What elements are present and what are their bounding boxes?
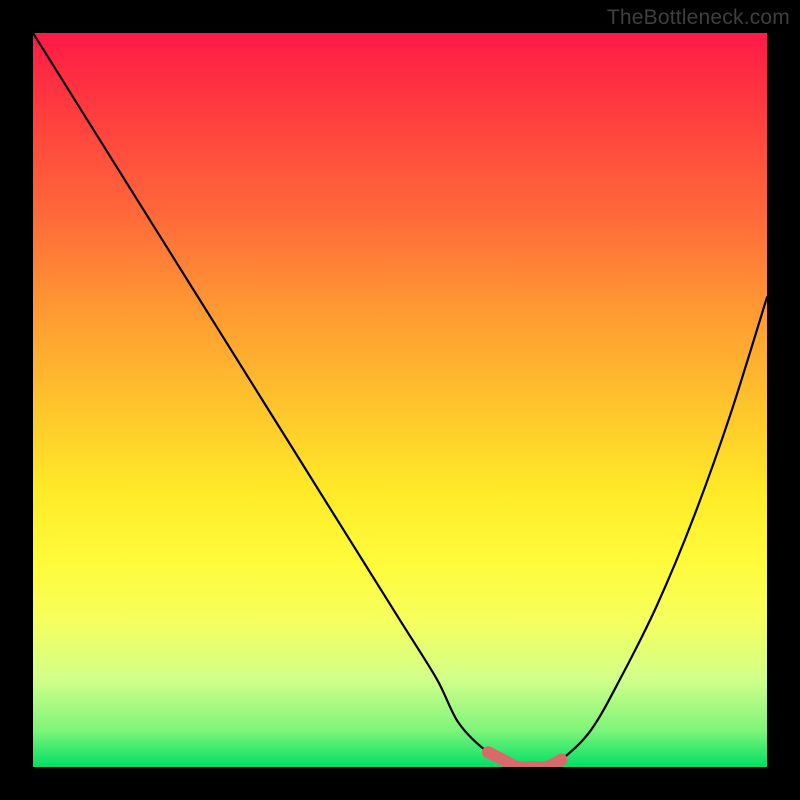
bottleneck-curve [33, 33, 767, 767]
sweet-spot-highlight [488, 752, 561, 767]
plot-area [33, 33, 767, 767]
chart-frame: TheBottleneck.com [0, 0, 800, 800]
watermark-text: TheBottleneck.com [607, 6, 790, 30]
curve-layer [33, 33, 767, 767]
